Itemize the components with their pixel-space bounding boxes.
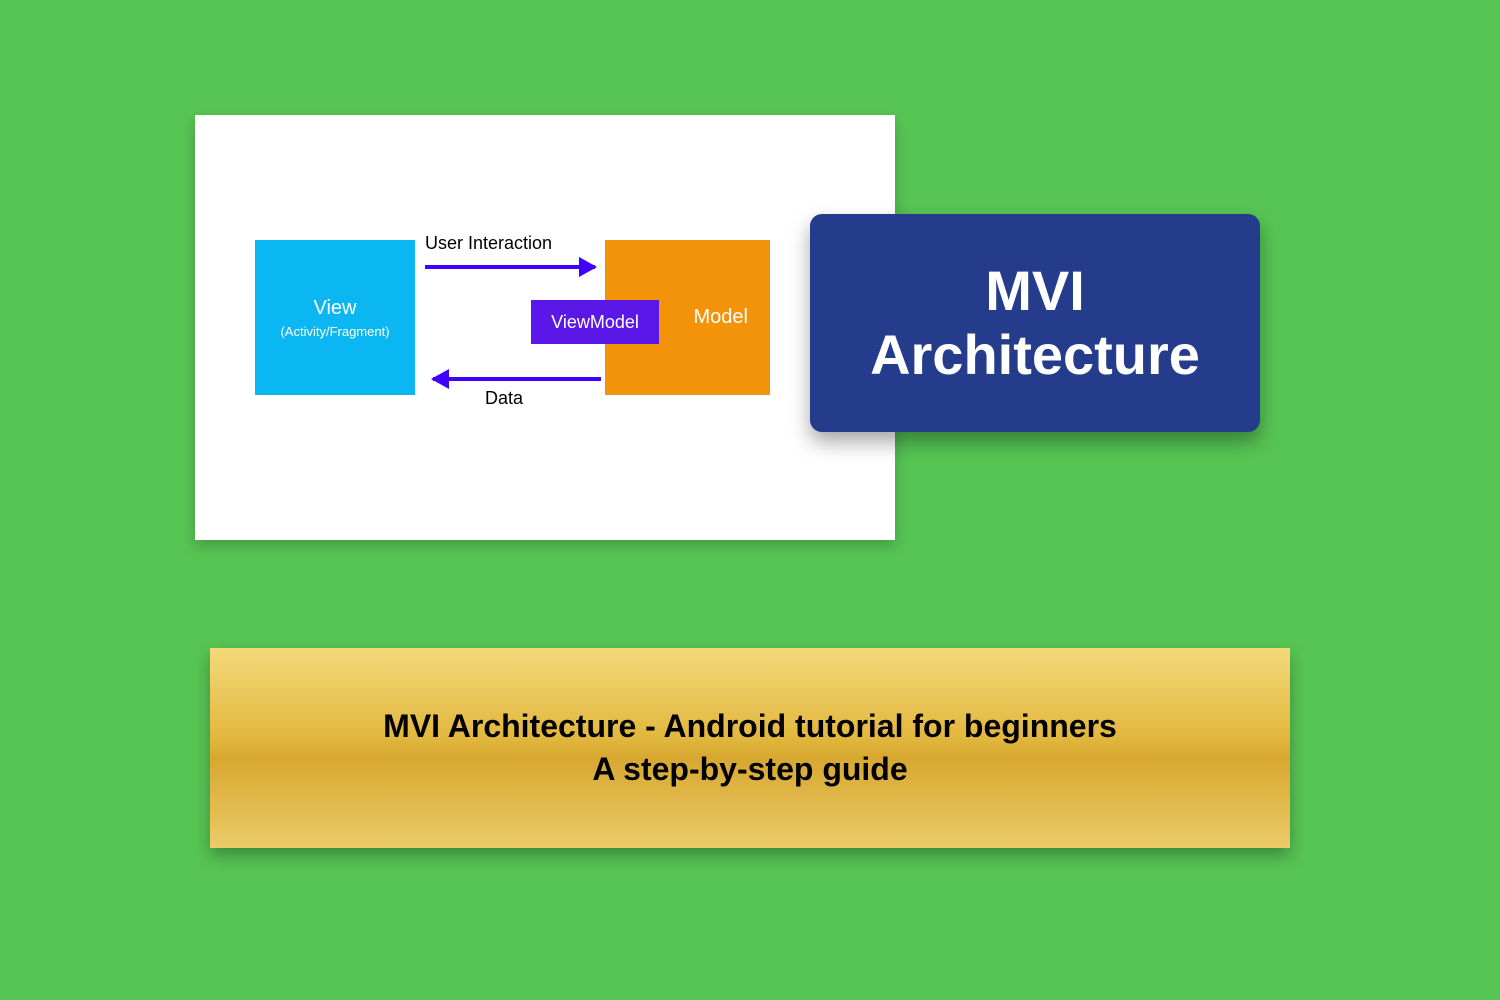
diagram-card: View (Activity/Fragment) Model ViewModel… xyxy=(195,115,895,540)
banner-line2: A step-by-step guide xyxy=(592,748,907,791)
viewmodel-box: ViewModel xyxy=(531,300,659,344)
title-card: MVI Architecture xyxy=(810,214,1260,432)
view-box: View (Activity/Fragment) xyxy=(255,240,415,395)
arrow-left-icon xyxy=(433,377,601,381)
viewmodel-box-label: ViewModel xyxy=(551,312,639,333)
arrow-label-data: Data xyxy=(485,388,523,409)
title-card-line1: MVI xyxy=(985,259,1085,323)
arrow-right-icon xyxy=(425,265,595,269)
view-box-title: View xyxy=(314,297,357,320)
view-box-subtitle: (Activity/Fragment) xyxy=(280,324,389,339)
arrow-label-user-interaction: User Interaction xyxy=(425,233,552,254)
model-box-label: Model xyxy=(694,306,748,329)
title-card-line2: Architecture xyxy=(870,323,1200,387)
banner-line1: MVI Architecture - Android tutorial for … xyxy=(383,705,1117,748)
banner: MVI Architecture - Android tutorial for … xyxy=(210,648,1290,848)
